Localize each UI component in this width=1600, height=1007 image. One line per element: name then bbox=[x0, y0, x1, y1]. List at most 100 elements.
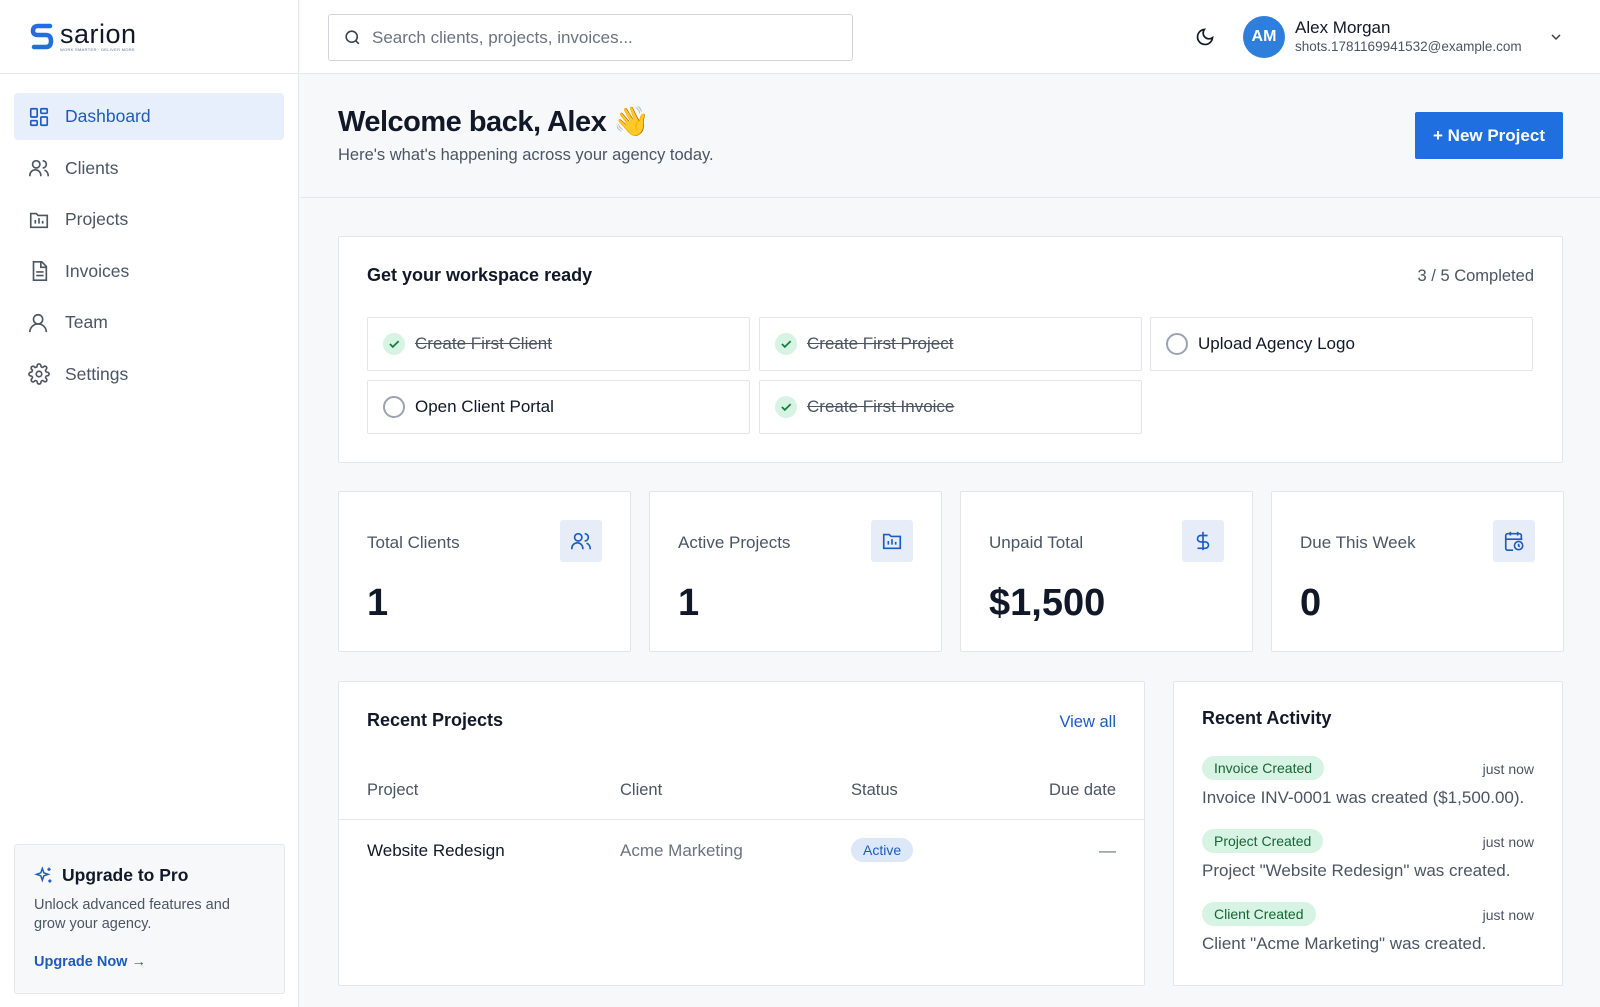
search-input[interactable] bbox=[372, 27, 812, 48]
empty-circle-icon bbox=[383, 396, 405, 418]
brand-tagline: WORK SMARTER · DELIVER MORE bbox=[60, 47, 135, 52]
task-label: Create First Client bbox=[415, 334, 552, 353]
column-header-due-date: Due date bbox=[1049, 781, 1116, 799]
task-open-client-portal[interactable]: Open Client Portal bbox=[367, 380, 750, 434]
task-create-first-project[interactable]: Create First Project bbox=[759, 317, 1142, 371]
task-label: Open Client Portal bbox=[415, 397, 554, 416]
task-upload-agency-logo[interactable]: Upload Agency Logo bbox=[1150, 317, 1533, 371]
activity-item: Client Created just now Client "Acme Mar… bbox=[1202, 902, 1534, 954]
topbar: AM Alex Morgan shots.1781169941532@examp… bbox=[300, 0, 1600, 74]
activity-item: Project Created just now Project "Websit… bbox=[1202, 829, 1534, 881]
activity-item: Invoice Created just now Invoice INV-000… bbox=[1202, 756, 1534, 808]
activity-time: just now bbox=[1482, 761, 1534, 777]
sidebar-item-projects[interactable]: Projects bbox=[14, 196, 284, 243]
sidebar-nav: Dashboard Clients Projects Invoices Team bbox=[0, 74, 298, 421]
user-email: shots.1781169941532@example.com bbox=[1295, 39, 1522, 54]
activity-text: Project "Website Redesign" was created. bbox=[1202, 861, 1511, 880]
view-all-link[interactable]: View all bbox=[1059, 713, 1116, 732]
theme-toggle-button[interactable] bbox=[1192, 24, 1218, 50]
activity-text: Invoice INV-0001 was created ($1,500.00)… bbox=[1202, 788, 1525, 807]
stat-card-active-projects: Active Projects 1 bbox=[649, 491, 942, 652]
sarion-logo-icon bbox=[30, 23, 54, 49]
stat-card-unpaid-total: Unpaid Total $1,500 bbox=[960, 491, 1253, 652]
column-header-status: Status bbox=[851, 781, 898, 799]
chevron-down-icon[interactable] bbox=[1548, 29, 1564, 45]
folder-chart-icon bbox=[28, 209, 50, 231]
folder-chart-icon bbox=[871, 520, 913, 562]
sidebar-item-invoices[interactable]: Invoices bbox=[14, 248, 284, 295]
page-subtitle: Here's what's happening across your agen… bbox=[338, 146, 714, 164]
project-name[interactable]: Website Redesign bbox=[367, 841, 505, 861]
sidebar-item-label: Team bbox=[65, 312, 108, 332]
check-icon bbox=[383, 333, 405, 355]
sidebar-item-settings[interactable]: Settings bbox=[14, 351, 284, 398]
sidebar: sarion WORK SMARTER · DELIVER MORE Dashb… bbox=[0, 0, 299, 1007]
status-badge: Active bbox=[851, 838, 914, 862]
empty-circle-icon bbox=[1166, 333, 1188, 355]
page-title: Welcome back, Alex 👋 bbox=[338, 106, 650, 138]
activity-time: just now bbox=[1482, 907, 1534, 923]
check-icon bbox=[775, 333, 797, 355]
recent-projects-title: Recent Projects bbox=[367, 710, 504, 730]
user-icon bbox=[28, 312, 50, 334]
sidebar-item-label: Settings bbox=[65, 363, 129, 384]
sidebar-item-team[interactable]: Team bbox=[14, 299, 284, 346]
new-project-button[interactable]: + New Project bbox=[1415, 112, 1563, 159]
stat-value: 1 bbox=[367, 582, 389, 624]
welcome-header: Welcome back, Alex 👋 Here's what's happe… bbox=[300, 75, 1600, 198]
activity-tag: Invoice Created bbox=[1202, 756, 1325, 780]
client-name: Acme Marketing bbox=[620, 841, 743, 860]
dashboard-icon bbox=[28, 106, 50, 128]
stat-label: Unpaid Total bbox=[989, 533, 1084, 552]
upgrade-title-text: Upgrade to Pro bbox=[62, 865, 189, 885]
stat-card-total-clients: Total Clients 1 bbox=[338, 491, 631, 652]
stat-label: Due This Week bbox=[1300, 533, 1416, 552]
check-icon bbox=[775, 396, 797, 418]
stat-label: Active Projects bbox=[678, 533, 791, 552]
sparkles-icon bbox=[34, 865, 54, 886]
workspace-checklist: Get your workspace ready 3 / 5 Completed… bbox=[338, 236, 1563, 463]
activity-tag: Client Created bbox=[1202, 902, 1316, 926]
task-label: Upload Agency Logo bbox=[1198, 334, 1355, 353]
stat-value: $1,500 bbox=[989, 582, 1106, 624]
activity-tag: Project Created bbox=[1202, 829, 1324, 853]
avatar[interactable]: AM bbox=[1243, 16, 1285, 58]
recent-projects-card: Recent Projects View all Project Client … bbox=[338, 681, 1145, 986]
activity-text: Client "Acme Marketing" was created. bbox=[1202, 934, 1487, 953]
sidebar-item-dashboard[interactable]: Dashboard bbox=[14, 93, 284, 140]
column-header-project: Project bbox=[367, 781, 419, 799]
upgrade-description: Unlock advanced features and grow your a… bbox=[34, 897, 230, 932]
task-label: Create First Project bbox=[807, 334, 954, 353]
dollar-icon bbox=[1182, 520, 1224, 562]
column-header-client: Client bbox=[620, 781, 663, 799]
users-icon bbox=[28, 157, 50, 179]
sidebar-item-label: Dashboard bbox=[65, 106, 151, 126]
brand-logo[interactable]: sarion WORK SMARTER · DELIVER MORE bbox=[0, 0, 298, 74]
gear-icon bbox=[28, 363, 50, 385]
upgrade-now-link[interactable]: Upgrade Now → bbox=[34, 954, 146, 970]
users-icon bbox=[560, 520, 602, 562]
document-icon bbox=[28, 260, 50, 282]
table-divider bbox=[339, 819, 1144, 820]
task-create-first-invoice[interactable]: Create First Invoice bbox=[759, 380, 1142, 434]
sidebar-item-label: Invoices bbox=[65, 260, 130, 281]
brand-name: sarion bbox=[60, 19, 137, 49]
upgrade-title: Upgrade to Pro bbox=[34, 865, 265, 886]
sidebar-item-clients[interactable]: Clients bbox=[14, 145, 284, 192]
stat-value: 0 bbox=[1300, 582, 1322, 624]
calendar-clock-icon bbox=[1493, 520, 1535, 562]
task-create-first-client[interactable]: Create First Client bbox=[367, 317, 750, 371]
search-box[interactable] bbox=[328, 14, 853, 61]
search-icon bbox=[343, 28, 362, 47]
moon-icon bbox=[1195, 27, 1215, 47]
activity-time: just now bbox=[1482, 834, 1534, 850]
task-label: Create First Invoice bbox=[807, 397, 955, 416]
user-name: Alex Morgan bbox=[1295, 18, 1391, 37]
stat-value: 1 bbox=[678, 582, 700, 624]
checklist-progress: 3 / 5 Completed bbox=[1417, 267, 1534, 285]
sidebar-item-label: Clients bbox=[65, 157, 119, 178]
checklist-title: Get your workspace ready bbox=[367, 265, 593, 285]
upgrade-panel: Upgrade to Pro Unlock advanced features … bbox=[14, 844, 285, 994]
recent-activity-card: Recent Activity Invoice Created just now… bbox=[1173, 681, 1563, 986]
recent-activity-title: Recent Activity bbox=[1202, 708, 1332, 728]
